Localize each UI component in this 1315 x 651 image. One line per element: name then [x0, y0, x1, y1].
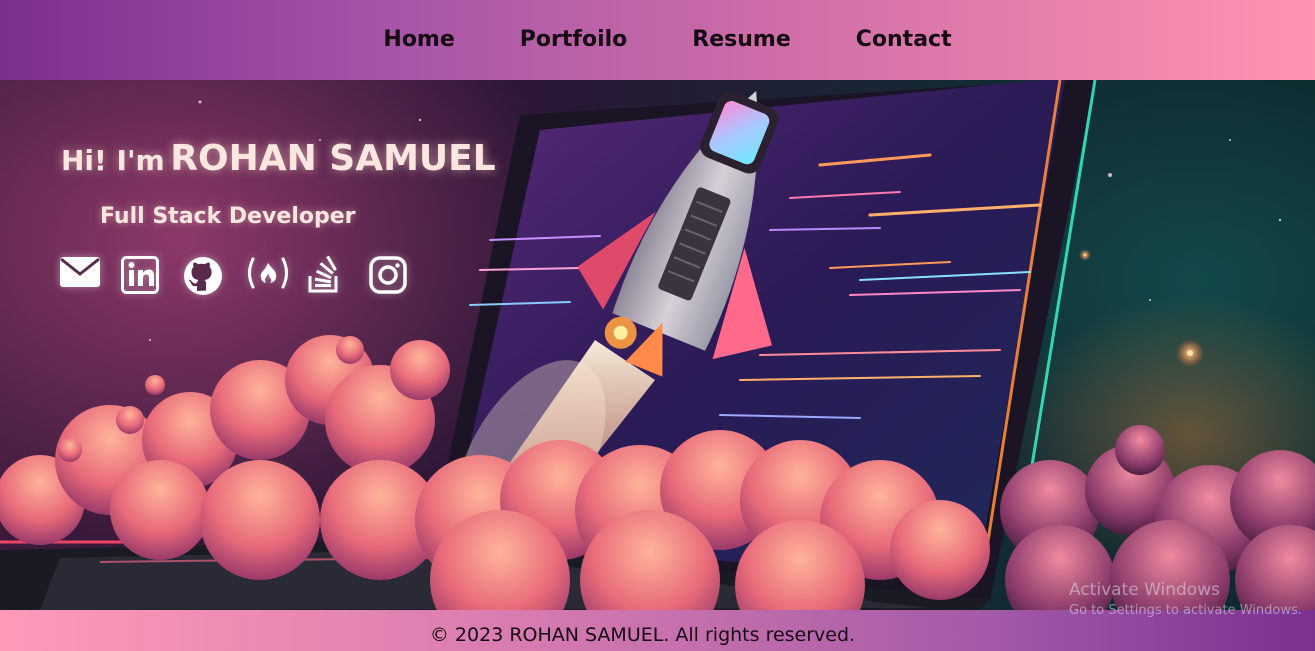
freecodecamp-icon [248, 257, 288, 289]
footer: © 2023 ROHAN SAMUEL. All rights reserved… [0, 610, 1315, 651]
email-link[interactable] [59, 256, 101, 296]
greeting-prefix: Hi! I'm [61, 144, 165, 177]
nav-resume-link[interactable]: Resume [692, 27, 790, 52]
nav-contact-link[interactable]: Contact [856, 27, 952, 52]
hero-section: Hi! I'm ROHAN SAMUEL Full Stack Develope… [0, 80, 1315, 610]
hero-name: ROHAN SAMUEL [170, 138, 496, 179]
hero-role: Full Stack Developer [100, 204, 356, 229]
stackoverflow-link[interactable] [307, 256, 349, 296]
hero-greeting: Hi! I'm ROHAN SAMUEL [61, 138, 496, 179]
linkedin-icon [121, 256, 159, 294]
freecodecamp-link[interactable] [245, 256, 288, 296]
top-navbar: Home Portfoilo Resume Contact [0, 0, 1315, 80]
instagram-link[interactable] [369, 256, 411, 296]
github-icon [184, 257, 222, 295]
instagram-icon [369, 256, 407, 294]
nav-portfolio-link[interactable]: Portfoilo [520, 27, 628, 52]
github-link[interactable] [183, 256, 225, 296]
stackoverflow-icon [308, 256, 338, 293]
copyright-text: © 2023 ROHAN SAMUEL. All rights reserved… [429, 624, 856, 646]
nav-home-link[interactable]: Home [383, 27, 454, 52]
email-icon [60, 257, 100, 287]
linkedin-link[interactable] [121, 256, 163, 296]
nav-links: Home Portfoilo Resume Contact [383, 27, 951, 52]
social-links [59, 256, 411, 296]
